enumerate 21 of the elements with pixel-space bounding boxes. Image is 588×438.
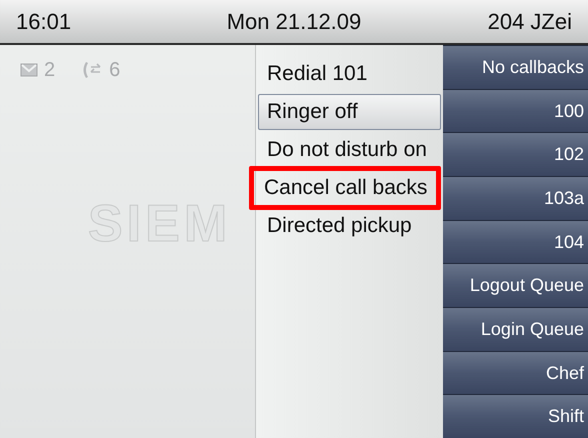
phone-arrows-icon xyxy=(81,61,104,79)
menu-item[interactable]: Redial 101 xyxy=(258,56,441,92)
function-key[interactable]: Login Queue xyxy=(443,307,588,351)
menu-item[interactable]: Cancel call backs xyxy=(249,166,441,210)
clock-text: 16:01 xyxy=(16,8,72,36)
menu-item[interactable]: Ringer off xyxy=(258,94,441,130)
menu-item[interactable]: Directed pickup xyxy=(258,208,441,244)
function-key[interactable]: 102 xyxy=(443,132,588,176)
function-key[interactable]: 100 xyxy=(443,88,588,132)
counter-text: 6 xyxy=(109,58,120,83)
counter-text: 2 xyxy=(44,58,56,83)
function-key[interactable]: 103a xyxy=(443,176,588,220)
function-key[interactable]: Logout Queue xyxy=(443,263,588,308)
date-text: Mon 21.12.09 xyxy=(226,8,362,36)
function-key[interactable]: No callbacks xyxy=(443,45,588,89)
function-key[interactable]: Shift xyxy=(443,394,588,438)
function-key[interactable]: 104 xyxy=(443,220,588,264)
function-key[interactable]: Chef xyxy=(443,350,588,394)
menu-item[interactable]: Do not disturb on xyxy=(258,132,441,168)
user-text: 204 JZei xyxy=(486,8,572,36)
envelope-icon xyxy=(20,63,38,77)
